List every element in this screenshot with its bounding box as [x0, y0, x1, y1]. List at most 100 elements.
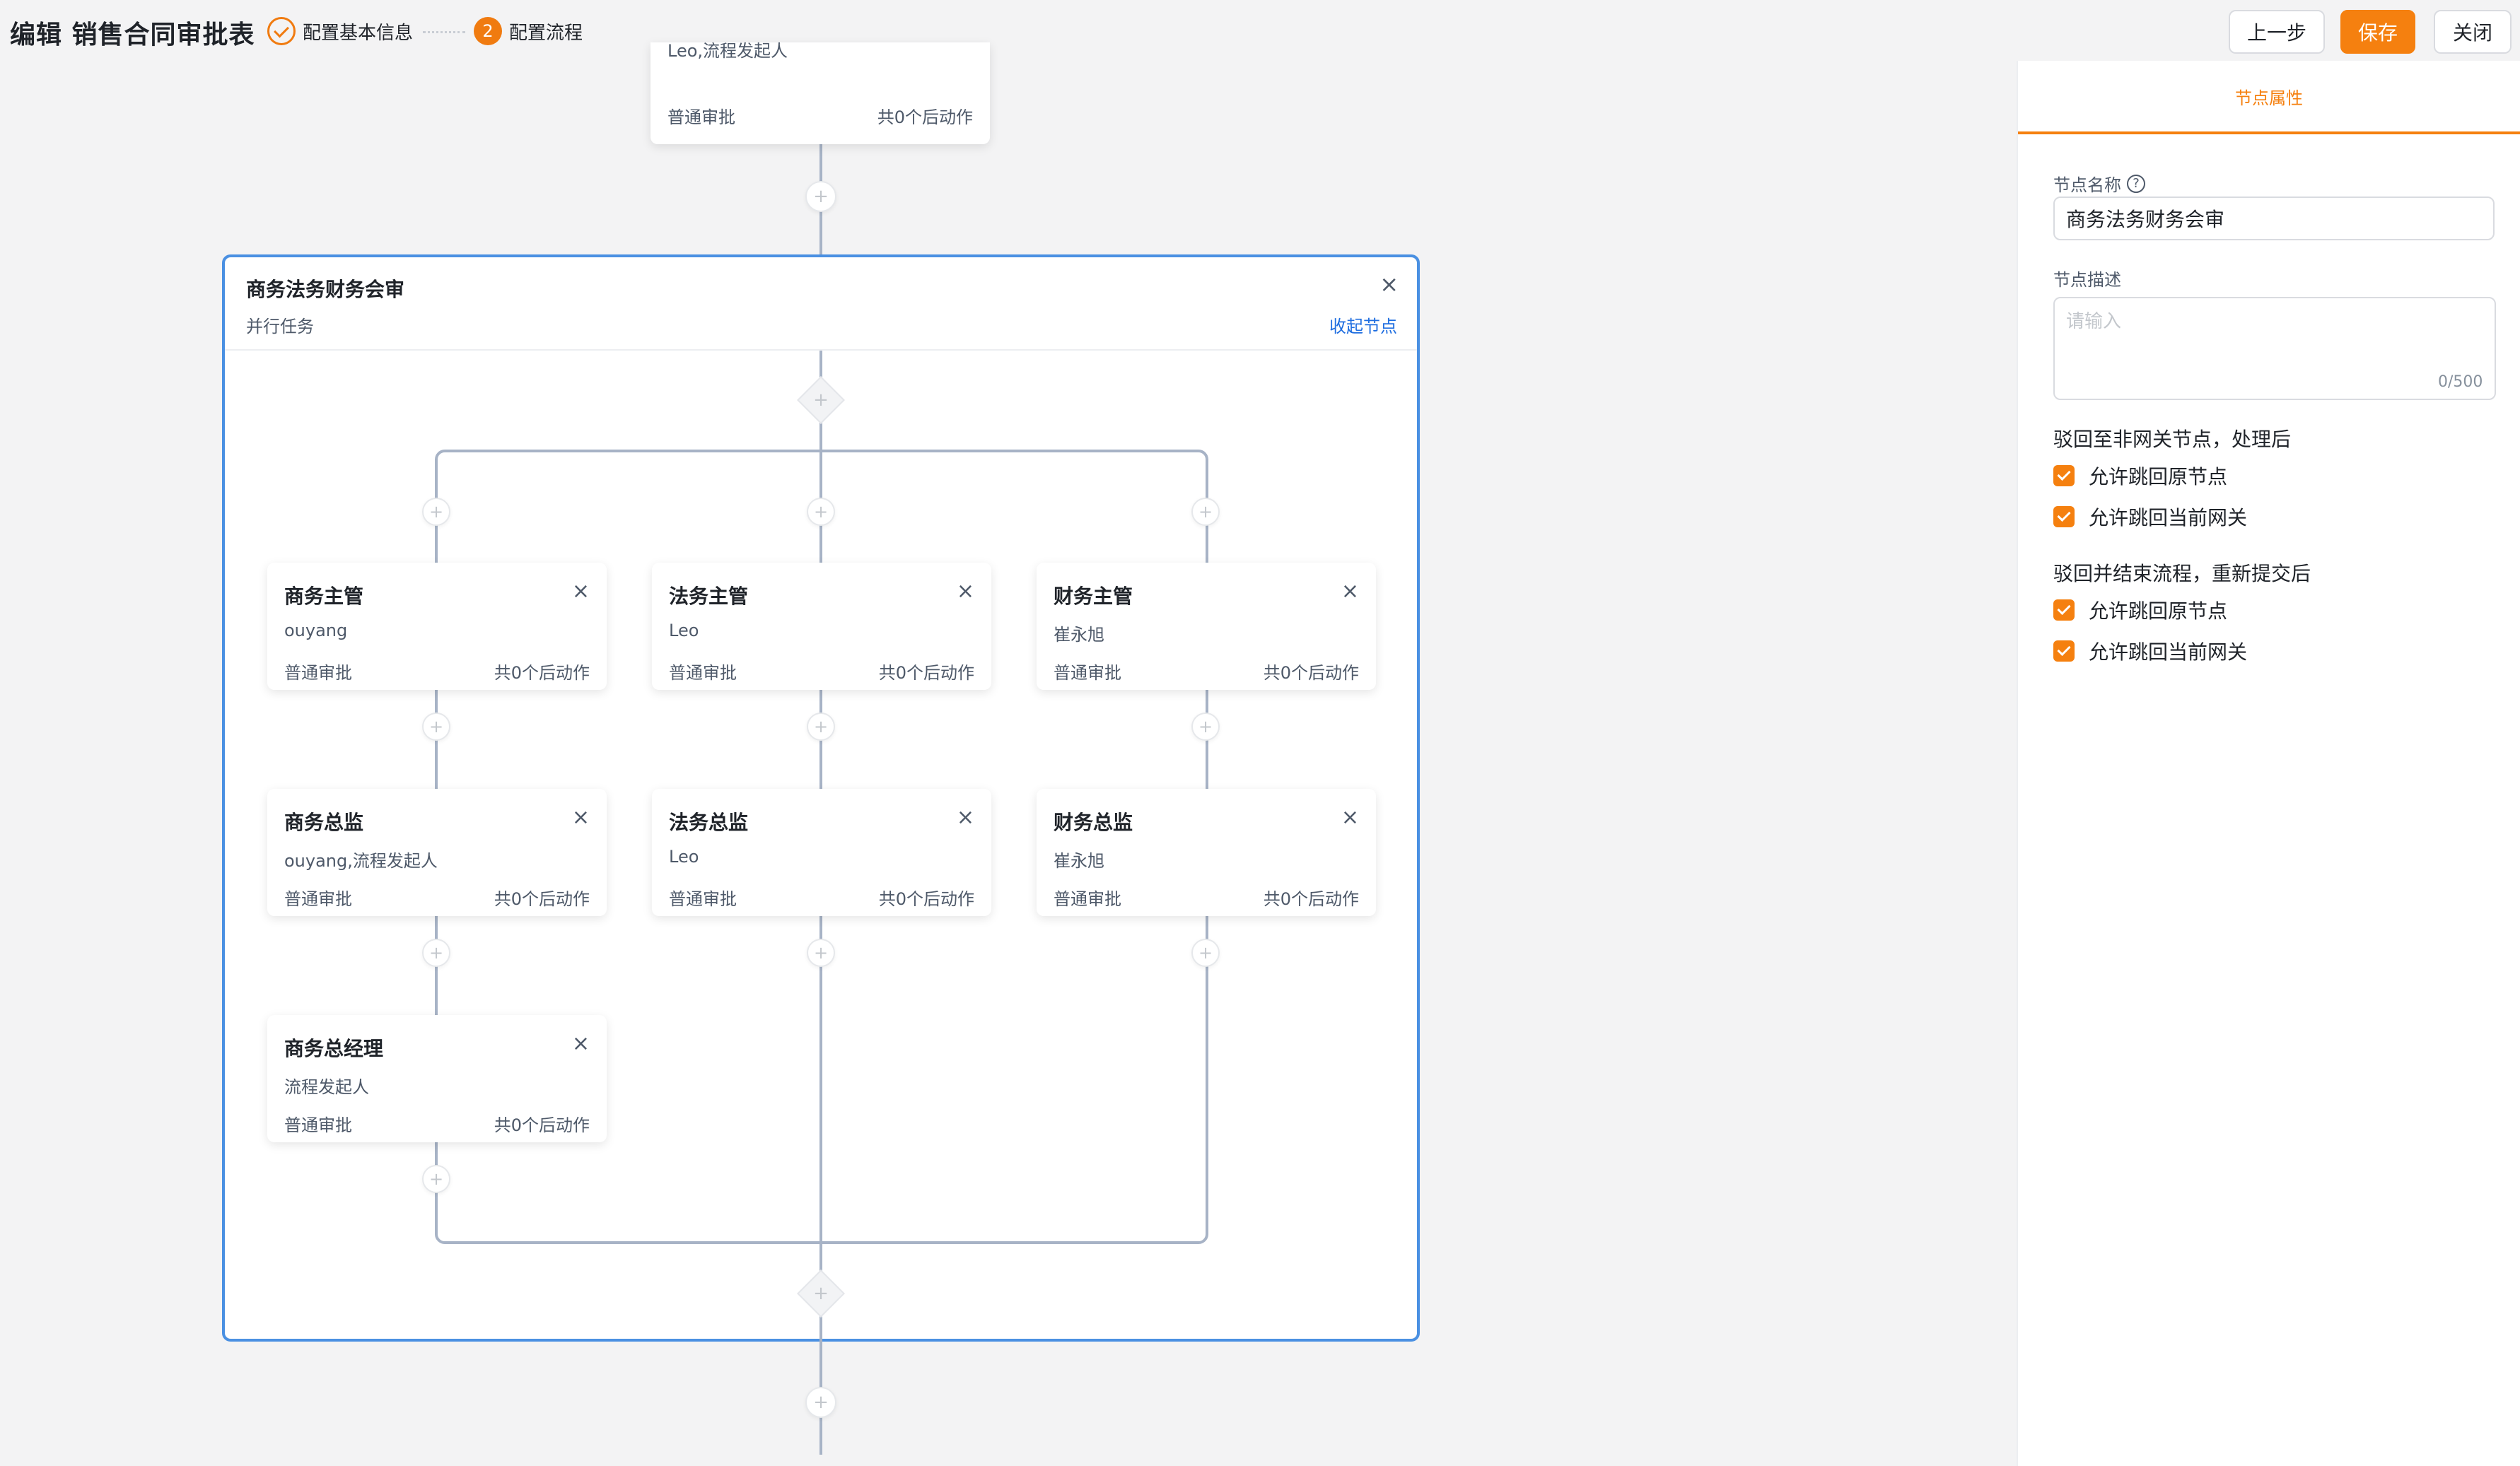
header-bar: 编辑 销售合同审批表 配置基本信息 2 配置流程 上一步 保存 关闭: [0, 0, 2520, 62]
help-icon[interactable]: ?: [2127, 174, 2145, 193]
node-type: 普通审批: [669, 663, 737, 683]
node-title: 财务主管: [1054, 585, 1133, 608]
add-node-button[interactable]: +: [1191, 498, 1220, 526]
node-actions: 共0个后动作: [1263, 889, 1359, 909]
checkbox-allow-return-gateway[interactable]: 允许跳回当前网关: [2053, 639, 2248, 664]
add-node-button[interactable]: +: [1191, 939, 1220, 967]
group-title: 商务法务财务会审: [246, 278, 405, 301]
plus-icon: +: [813, 1392, 829, 1413]
node-actions: 共0个后动作: [494, 889, 590, 909]
plus-icon: +: [813, 717, 829, 737]
add-node-button[interactable]: +: [422, 1165, 450, 1193]
checkbox-allow-return-original[interactable]: 允许跳回原节点: [2053, 598, 2228, 623]
checkbox-checked-icon[interactable]: [2053, 506, 2075, 527]
node-title: 商务主管: [284, 585, 364, 608]
plus-icon: +: [1198, 943, 1213, 963]
close-icon[interactable]: ×: [572, 807, 590, 828]
add-node-button[interactable]: +: [807, 713, 835, 741]
checkbox-checked-icon[interactable]: [2053, 599, 2075, 621]
node-name-label: 节点名称 ?: [2053, 171, 2145, 196]
page-title: 编辑 销售合同审批表: [10, 20, 255, 49]
step-connector: [423, 31, 465, 33]
add-node-button[interactable]: +: [422, 498, 450, 526]
plus-icon: +: [813, 943, 829, 963]
checkbox-checked-icon[interactable]: [2053, 640, 2075, 662]
approval-node-card[interactable]: 商务主管 × ouyang 普通审批 共0个后动作: [267, 563, 607, 690]
approval-node-card[interactable]: 法务总监 × Leo 普通审批 共0个后动作: [652, 789, 991, 916]
approval-node-card[interactable]: 商务总监 × ouyang,流程发起人 普通审批 共0个后动作: [267, 789, 607, 916]
plus-icon: +: [813, 1283, 829, 1304]
approval-node-card[interactable]: 商务总经理 × 流程发起人 普通审批 共0个后动作: [267, 1015, 607, 1142]
prev-step-button[interactable]: 上一步: [2229, 10, 2325, 54]
checkbox-label: 允许跳回原节点: [2089, 599, 2228, 623]
node-assignees: 流程发起人: [284, 1077, 369, 1097]
node-type: 普通审批: [1054, 889, 1121, 909]
close-button[interactable]: 关闭: [2434, 10, 2512, 54]
step-configure-flow[interactable]: 2 配置流程: [474, 17, 583, 45]
close-icon[interactable]: ×: [1341, 581, 1359, 602]
add-node-button[interactable]: +: [805, 1387, 836, 1418]
checkbox-label: 允许跳回当前网关: [2089, 640, 2248, 664]
plus-icon: +: [813, 502, 829, 522]
add-node-button[interactable]: +: [807, 498, 835, 526]
step-number: 2: [474, 17, 502, 45]
char-count: 0/500: [2438, 373, 2483, 391]
add-node-button[interactable]: +: [805, 181, 836, 212]
node-type: 普通审批: [1054, 663, 1121, 683]
node-actions: 共0个后动作: [878, 663, 974, 683]
node-assignees: Leo,流程发起人: [667, 42, 788, 61]
node-actions: 共0个后动作: [878, 889, 974, 909]
node-title: 法务总监: [669, 811, 749, 834]
plus-icon: +: [1198, 717, 1213, 737]
node-description-textarea[interactable]: [2053, 297, 2496, 400]
save-button[interactable]: 保存: [2340, 10, 2415, 54]
reject-non-gateway-title: 驳回至非网关节点，处理后: [2053, 428, 2292, 451]
close-icon[interactable]: ×: [1379, 273, 1399, 295]
node-assignees: ouyang,流程发起人: [284, 851, 438, 871]
checkbox-allow-return-gateway[interactable]: 允许跳回当前网关: [2053, 505, 2247, 529]
approval-node-card[interactable]: 财务总监 × 崔永旭 普通审批 共0个后动作: [1037, 789, 1376, 916]
close-icon[interactable]: ×: [572, 1033, 590, 1055]
tab-node-properties[interactable]: 节点属性: [2018, 61, 2520, 134]
node-actions: 共0个后动作: [494, 1115, 590, 1135]
checkbox-allow-return-original[interactable]: 允许跳回原节点: [2053, 464, 2227, 488]
add-node-button[interactable]: +: [422, 713, 450, 741]
plus-icon: +: [813, 389, 829, 411]
field-label-text: 节点名称: [2053, 175, 2121, 195]
node-description-label: 节点描述: [2053, 270, 2121, 290]
node-name-input[interactable]: [2053, 197, 2495, 240]
node-title: 财务总监: [1054, 811, 1133, 834]
close-icon[interactable]: ×: [957, 581, 974, 602]
close-icon[interactable]: ×: [957, 807, 974, 828]
approval-node-card[interactable]: Leo,流程发起人 普通审批 共0个后动作: [651, 42, 990, 144]
node-title: 法务主管: [669, 585, 749, 608]
node-assignees: Leo: [669, 621, 699, 640]
plus-icon: +: [428, 1169, 444, 1189]
node-assignees: ouyang: [284, 621, 348, 640]
approval-node-card[interactable]: 法务主管 × Leo 普通审批 共0个后动作: [652, 563, 991, 690]
node-properties-panel: 节点属性 节点名称 ? 节点描述 0/500 驳回至非网关节点，处理后 允许跳回…: [2017, 61, 2520, 1466]
node-assignees: 崔永旭: [1054, 851, 1104, 871]
node-type: 普通审批: [284, 1115, 352, 1135]
approval-node-card[interactable]: 财务主管 × 崔永旭 普通审批 共0个后动作: [1037, 563, 1376, 690]
close-icon[interactable]: ×: [1341, 807, 1359, 828]
step-basic-info[interactable]: 配置基本信息: [267, 17, 413, 45]
node-type: 普通审批: [669, 889, 737, 909]
group-header: 商务法务财务会审 并行任务 收起节点 ×: [225, 257, 1417, 351]
node-title: 商务总经理: [284, 1037, 384, 1060]
node-assignees: 崔永旭: [1054, 625, 1104, 645]
plus-icon: +: [428, 943, 444, 963]
plus-icon: +: [1198, 502, 1213, 522]
add-node-button[interactable]: +: [1191, 713, 1220, 741]
group-subtitle: 并行任务: [246, 317, 314, 336]
node-type: 普通审批: [284, 889, 352, 909]
close-icon[interactable]: ×: [572, 581, 590, 602]
checkbox-checked-icon[interactable]: [2053, 465, 2075, 486]
node-assignees: Leo: [669, 847, 699, 867]
add-node-button[interactable]: +: [807, 939, 835, 967]
step-label: 配置基本信息: [303, 22, 414, 44]
collapse-node-link[interactable]: 收起节点: [1329, 312, 1397, 337]
add-node-button[interactable]: +: [422, 939, 450, 967]
node-actions: 共0个后动作: [494, 663, 590, 683]
node-type: 普通审批: [284, 663, 352, 683]
